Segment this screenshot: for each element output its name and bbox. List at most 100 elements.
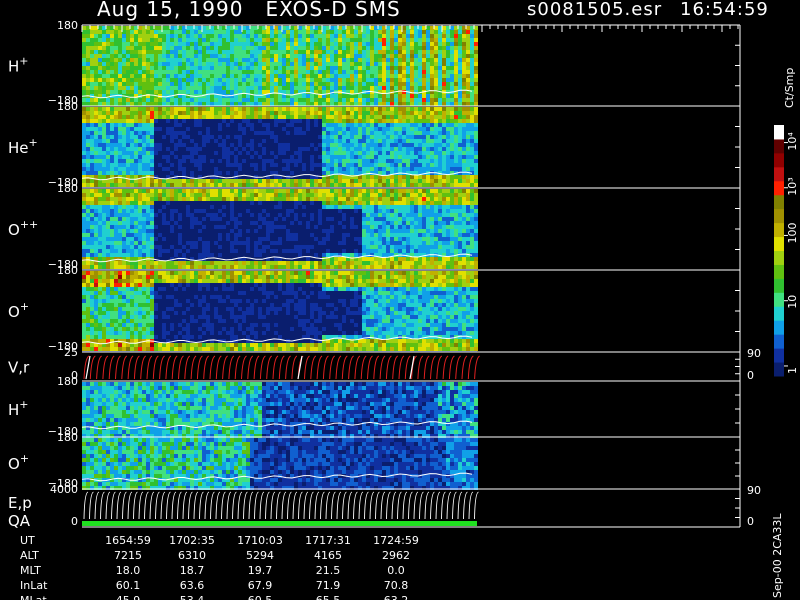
heat-cell bbox=[206, 127, 210, 131]
heat-cell bbox=[106, 98, 110, 102]
heat-cell bbox=[230, 62, 234, 66]
heat-cell bbox=[298, 98, 302, 102]
heat-cell bbox=[246, 213, 250, 217]
heat-cell bbox=[266, 74, 270, 78]
heat-cell bbox=[246, 237, 250, 241]
heat-cell bbox=[354, 42, 358, 46]
heat-cell bbox=[442, 34, 446, 38]
heat-cell bbox=[234, 107, 238, 111]
heat-cell bbox=[450, 54, 454, 58]
heat-cell bbox=[406, 70, 410, 74]
heat-cell bbox=[118, 70, 122, 74]
heat-cell bbox=[90, 42, 94, 46]
heat-cell bbox=[346, 70, 350, 74]
heat-cell bbox=[298, 123, 302, 127]
heat-cell bbox=[338, 111, 342, 115]
heat-cell bbox=[186, 155, 190, 159]
heat-cell bbox=[166, 143, 170, 147]
heat-cell bbox=[206, 225, 210, 229]
heat-cell bbox=[258, 42, 262, 46]
heat-cell bbox=[330, 86, 334, 90]
heat-cell bbox=[146, 131, 150, 135]
heat-cell bbox=[354, 111, 358, 115]
heat-cell bbox=[326, 119, 330, 123]
heat-cell bbox=[474, 78, 478, 82]
heat-cell bbox=[374, 151, 378, 155]
heat-cell bbox=[446, 131, 450, 135]
heat-cell bbox=[350, 183, 354, 187]
heat-cell bbox=[246, 197, 250, 201]
heat-cell bbox=[286, 107, 290, 111]
heat-cell bbox=[370, 183, 374, 187]
heat-cell bbox=[166, 82, 170, 86]
heat-cell bbox=[182, 26, 186, 30]
heat-cell bbox=[218, 183, 222, 187]
heat-cell bbox=[334, 151, 338, 155]
heat-cell bbox=[94, 62, 98, 66]
heat-cell bbox=[198, 78, 202, 82]
heat-cell bbox=[326, 102, 330, 106]
heat-cell bbox=[182, 70, 186, 74]
heat-cell bbox=[302, 135, 306, 139]
heat-cell bbox=[154, 78, 158, 82]
heat-cell bbox=[430, 82, 434, 86]
heat-cell bbox=[302, 42, 306, 46]
heat-cell bbox=[174, 98, 178, 102]
heat-cell bbox=[438, 74, 442, 78]
heat-cell bbox=[82, 54, 86, 58]
heat-cell bbox=[462, 74, 466, 78]
heat-cell bbox=[262, 217, 266, 221]
heat-cell bbox=[306, 131, 310, 135]
heat-cell bbox=[106, 34, 110, 38]
heat-cell bbox=[178, 70, 182, 74]
heat-cell bbox=[334, 159, 338, 163]
heat-cell bbox=[278, 151, 282, 155]
heat-cell bbox=[258, 34, 262, 38]
heat-cell bbox=[334, 119, 338, 123]
heat-cell bbox=[126, 102, 130, 106]
heat-cell bbox=[278, 78, 282, 82]
heat-cell bbox=[350, 54, 354, 58]
heat-cell bbox=[310, 30, 314, 34]
heat-cell bbox=[414, 123, 418, 127]
heat-cell bbox=[186, 249, 190, 253]
heat-cell bbox=[418, 38, 422, 42]
heat-cell bbox=[326, 183, 330, 187]
heat-cell bbox=[246, 209, 250, 213]
heat-cell bbox=[258, 159, 262, 163]
heat-cell bbox=[374, 123, 378, 127]
heat-cell bbox=[94, 139, 98, 143]
heat-cell bbox=[274, 265, 278, 269]
heat-cell bbox=[170, 30, 174, 34]
heat-cell bbox=[346, 86, 350, 90]
heat-cell bbox=[274, 179, 278, 183]
heat-cell bbox=[282, 38, 286, 42]
heat-cell bbox=[218, 209, 222, 213]
heat-cell bbox=[266, 147, 270, 151]
heat-cell bbox=[366, 107, 370, 111]
heat-cell bbox=[462, 127, 466, 131]
heat-cell bbox=[182, 30, 186, 34]
heat-cell bbox=[122, 147, 126, 151]
heat-cell bbox=[434, 66, 438, 70]
heat-cell bbox=[214, 127, 218, 131]
heat-cell bbox=[238, 119, 242, 123]
heat-cell bbox=[426, 163, 430, 167]
heat-cell bbox=[106, 139, 110, 143]
heat-cell bbox=[302, 46, 306, 50]
heat-cell bbox=[358, 155, 362, 159]
heat-cell bbox=[286, 98, 290, 102]
heat-cell bbox=[322, 151, 326, 155]
heat-cell bbox=[346, 98, 350, 102]
heat-cell bbox=[242, 94, 246, 98]
heat-cell bbox=[430, 119, 434, 123]
heat-cell bbox=[270, 102, 274, 106]
heat-cell bbox=[122, 265, 126, 269]
heat-cell bbox=[230, 143, 234, 147]
heat-cell bbox=[390, 159, 394, 163]
heat-cell bbox=[190, 115, 194, 119]
heat-cell bbox=[450, 123, 454, 127]
heat-cell bbox=[126, 34, 130, 38]
heat-cell bbox=[118, 249, 122, 253]
heat-cell bbox=[190, 62, 194, 66]
